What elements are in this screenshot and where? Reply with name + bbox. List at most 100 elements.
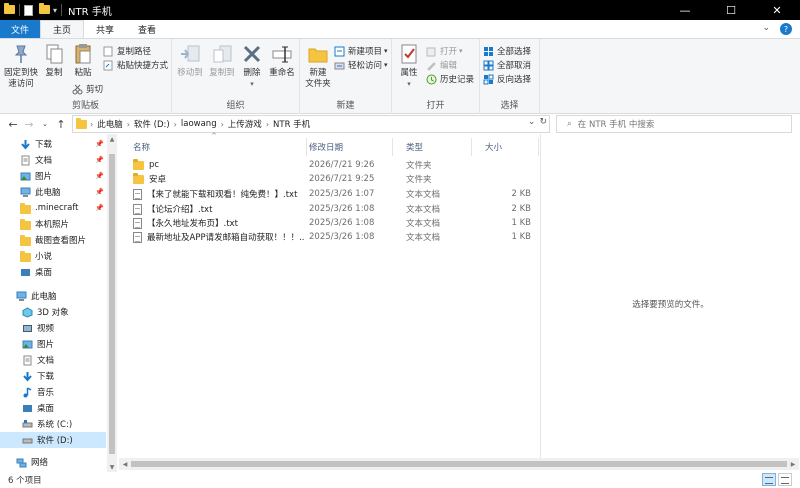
nav-item-screenshot-viewer[interactable]: 截图查看图片: [0, 232, 106, 248]
address-bar[interactable]: › 此电脑 › 软件 (D:) › laowang › 上传游戏 › NTR 手…: [72, 115, 550, 133]
history-button[interactable]: 历史记录: [426, 72, 474, 86]
scroll-right-icon[interactable]: ▶: [787, 458, 799, 470]
easy-access-button[interactable]: 轻松访问 ▾: [334, 58, 388, 72]
paste-button[interactable]: 粘贴: [68, 42, 98, 79]
select-none-button[interactable]: 全部取消: [483, 58, 531, 72]
tab-file[interactable]: 文件: [0, 20, 41, 38]
nav-item-network[interactable]: 网络: [0, 454, 106, 470]
table-row[interactable]: 【永久地址发布页】.txt 2025/3/26 1:08 文本文档 1 KB: [119, 216, 539, 230]
table-row[interactable]: 【来了就能下载和观看！纯免费！】.txt 2025/3/26 1:07 文本文档…: [119, 187, 539, 201]
pin-quick-access-button[interactable]: 固定到快 速访问: [2, 42, 40, 90]
nav-item-this-pc[interactable]: 此电脑 📌: [0, 184, 106, 200]
chevron-down-icon[interactable]: ▾: [394, 79, 424, 90]
scroll-left-icon[interactable]: ◀: [119, 458, 131, 470]
column-date[interactable]: 修改日期: [295, 138, 393, 156]
help-icon[interactable]: ?: [780, 23, 792, 35]
recent-locations-icon[interactable]: ⌄: [38, 116, 52, 132]
pin-icon[interactable]: 📌: [95, 172, 104, 180]
nav-item-drive-d[interactable]: 软件 (D:): [0, 432, 106, 448]
properties-button[interactable]: 属性 ▾: [394, 42, 424, 90]
copy-to-button[interactable]: 复制到: [206, 42, 238, 79]
table-row[interactable]: pc 2026/7/21 9:26 文件夹: [119, 158, 539, 172]
nav-item-label: 桌面: [35, 268, 53, 278]
pin-icon[interactable]: 📌: [95, 188, 104, 196]
nav-item-downloads[interactable]: 下载 📌: [0, 136, 106, 152]
pin-icon[interactable]: 📌: [95, 156, 104, 164]
nav-item-3d-objects[interactable]: 3D 对象: [0, 304, 106, 320]
column-type[interactable]: 类型: [392, 138, 472, 156]
nav-item-pictures[interactable]: 图片 📌: [0, 168, 106, 184]
column-name[interactable]: 名称: [119, 138, 307, 156]
table-row[interactable]: 安卓 2026/7/21 9:25 文件夹: [119, 172, 539, 186]
nav-item-drive-c[interactable]: 系统 (C:): [0, 416, 106, 432]
nav-item-desktop[interactable]: 桌面: [0, 264, 106, 280]
chevron-down-icon[interactable]: ⌄: [528, 117, 536, 127]
rename-button[interactable]: 重命名: [266, 42, 298, 79]
chevron-right-icon[interactable]: ›: [127, 120, 130, 129]
close-button[interactable]: ✕: [754, 0, 800, 20]
open-button[interactable]: 打开 ▾: [426, 44, 463, 58]
up-arrow-icon[interactable]: ↑: [54, 116, 68, 132]
cut-button[interactable]: 剪切: [72, 82, 103, 96]
new-folder-button[interactable]: 新建 文件夹: [302, 42, 334, 90]
properties-quick-icon[interactable]: [24, 4, 35, 16]
paste-shortcut-button[interactable]: 粘贴快捷方式: [103, 58, 168, 72]
horizontal-scrollbar[interactable]: ◀ ▶: [119, 458, 799, 470]
nav-scroll-thumb[interactable]: [109, 154, 115, 454]
nav-item-music[interactable]: 音乐: [0, 384, 106, 400]
nav-item-documents[interactable]: 文档 📌: [0, 152, 106, 168]
copy-path-button[interactable]: 复制路径: [103, 44, 151, 58]
breadcrumb-this-pc[interactable]: 此电脑: [97, 118, 123, 130]
new-folder-quick-icon[interactable]: [39, 2, 50, 16]
scroll-down-icon[interactable]: ▼: [107, 462, 117, 472]
edit-button[interactable]: 编辑: [426, 58, 457, 72]
chevron-right-icon[interactable]: ›: [266, 120, 269, 129]
move-to-button[interactable]: 移动到: [174, 42, 206, 79]
breadcrumb-upload-games[interactable]: 上传游戏: [228, 118, 262, 130]
breadcrumb-drive-d[interactable]: 软件 (D:): [134, 118, 170, 130]
pin-icon[interactable]: 📌: [95, 204, 104, 212]
breadcrumb-laowang[interactable]: laowang: [181, 119, 217, 129]
chevron-right-icon[interactable]: ›: [90, 120, 93, 129]
customize-quick-access-icon[interactable]: ▾: [53, 6, 57, 15]
nav-item-this-pc-root[interactable]: 此电脑: [0, 288, 106, 304]
table-row[interactable]: 【论坛介绍】.txt 2025/3/26 1:08 文本文档 2 KB: [119, 202, 539, 216]
scroll-up-icon[interactable]: ▲: [107, 134, 117, 144]
column-size[interactable]: 大小: [471, 138, 539, 156]
search-input[interactable]: ⌕ 在 NTR 手机 中搜索: [556, 115, 792, 133]
nav-item-pictures-pc[interactable]: 图片: [0, 336, 106, 352]
delete-button[interactable]: 删除 ▾: [238, 42, 266, 90]
back-arrow-icon[interactable]: ←: [6, 116, 20, 132]
nav-item-desktop-pc[interactable]: 桌面: [0, 400, 106, 416]
nav-scrollbar[interactable]: ▲ ▼: [107, 134, 117, 472]
horizontal-scroll-thumb[interactable]: [131, 461, 787, 467]
nav-item-videos[interactable]: 视频: [0, 320, 106, 336]
table-row[interactable]: 最新地址及APP请发邮箱自动获取！！！.... 2025/3/26 1:08 文…: [119, 230, 539, 244]
pin-icon[interactable]: 📌: [95, 140, 104, 148]
large-icons-view-icon[interactable]: [778, 473, 792, 486]
breadcrumb-current[interactable]: NTR 手机: [273, 118, 310, 130]
forward-arrow-icon[interactable]: →: [22, 116, 36, 132]
invert-selection-button[interactable]: 反向选择: [483, 72, 531, 86]
chevron-down-icon[interactable]: ▾: [238, 79, 266, 90]
tab-view[interactable]: 查看: [126, 20, 168, 38]
minimize-button[interactable]: —: [662, 0, 708, 20]
details-view-icon[interactable]: [762, 473, 776, 486]
nav-item-local-photos[interactable]: 本机照片: [0, 216, 106, 232]
nav-item-label: 视频: [37, 324, 55, 334]
nav-item-minecraft[interactable]: .minecraft 📌: [0, 200, 106, 216]
new-item-button[interactable]: 新建项目 ▾: [334, 44, 388, 58]
maximize-button[interactable]: ☐: [708, 0, 754, 20]
tab-home[interactable]: 主页: [40, 20, 85, 38]
cut-label: 剪切: [86, 85, 104, 95]
nav-item-documents-pc[interactable]: 文档: [0, 352, 106, 368]
refresh-icon[interactable]: ↻: [539, 117, 547, 127]
select-all-button[interactable]: 全部选择: [483, 44, 531, 58]
chevron-down-icon[interactable]: ⌄: [762, 23, 770, 35]
chevron-right-icon[interactable]: ›: [174, 120, 177, 129]
nav-item-downloads-pc[interactable]: 下载: [0, 368, 106, 384]
chevron-right-icon[interactable]: ›: [221, 120, 224, 129]
nav-item-novels[interactable]: 小说: [0, 248, 106, 264]
copy-button[interactable]: 复制: [40, 42, 68, 79]
tab-share[interactable]: 共享: [84, 20, 126, 38]
